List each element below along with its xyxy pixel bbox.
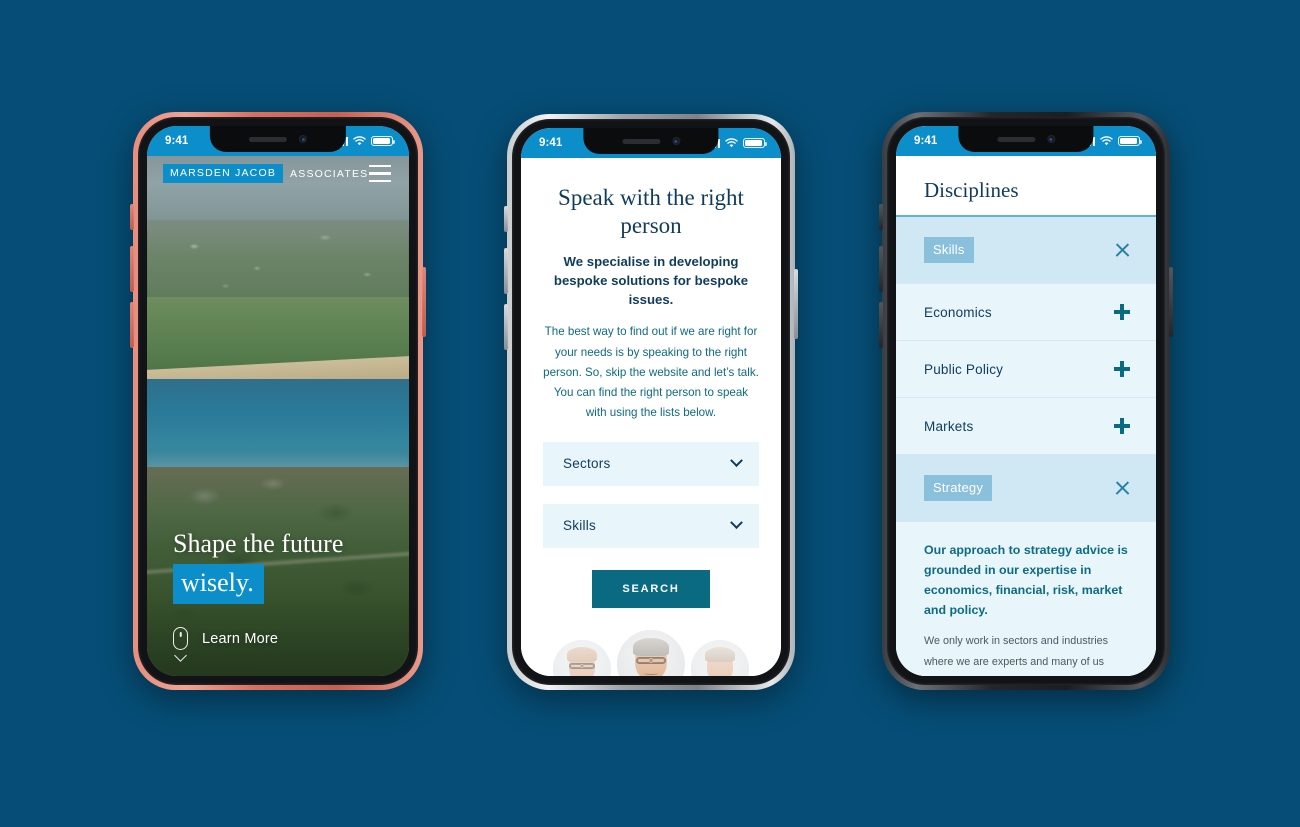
phone-mockup-search: 9:41 Speak with the right person We spec… [504,114,798,690]
accordion-item-strategy[interactable]: Strategy [896,455,1156,522]
panel-body-text: We only work in sectors and industries w… [924,635,1109,668]
consultant-avatar-list [543,629,759,676]
chevron-down-icon [730,516,743,530]
skills-select[interactable]: Skills [543,503,759,548]
phone-screen-search: 9:41 Speak with the right person We spec… [521,128,781,676]
battery-icon [371,135,396,147]
hero-headline-line2: wisely. [173,564,264,604]
search-button[interactable]: SEARCH [592,569,710,608]
phone-mockup-hero: 9:41 MARSDEN JACOB ASSOCIATES Shape the … [130,112,426,690]
learn-more-cta[interactable]: Learn More [173,627,278,650]
brand-logo[interactable]: MARSDEN JACOB ASSOCIATES [163,164,368,183]
accordion-item-skills[interactable]: Skills [896,217,1156,284]
phone-mockup-disciplines: 9:41 Disciplines Skills Economics Public… [879,112,1173,690]
earpiece-speaker [622,138,660,144]
phone-bezel: 9:41 Disciplines Skills Economics Public… [887,117,1165,685]
wifi-icon [353,136,366,146]
accordion-chip-strategy: Strategy [924,475,993,501]
consultant-avatar-2[interactable] [617,629,685,676]
power-button[interactable] [794,269,798,339]
accordion-item-economics[interactable]: Economics [896,284,1156,341]
accordion-label-markets: Markets [924,418,974,434]
phone-bezel: 9:41 MARSDEN JACOB ASSOCIATES Shape the … [138,117,418,685]
disciplines-page-body: Disciplines Skills Economics Public Poli… [896,156,1156,676]
status-bar-time: 9:41 [165,135,189,147]
panel-lead-text: Our approach to strategy advice is groun… [924,543,1128,618]
front-camera [1047,135,1055,143]
hero-headline-line1: Shape the future [173,529,344,558]
site-header: MARSDEN JACOB ASSOCIATES [147,164,409,183]
chevron-down-icon [730,454,743,468]
battery-icon [743,137,768,149]
volume-down-button[interactable] [130,302,134,348]
power-button[interactable] [422,267,426,337]
sectors-select[interactable]: Sectors [543,441,759,486]
status-bar-time: 9:41 [539,137,563,149]
accordion-label-economics: Economics [924,304,992,320]
plus-icon[interactable] [1114,418,1130,434]
device-notch [583,128,719,154]
volume-down-button[interactable] [879,302,883,348]
volume-up-button[interactable] [504,248,508,294]
volume-up-button[interactable] [879,246,883,292]
mute-switch[interactable] [130,204,134,230]
phone-screen-disciplines: 9:41 Disciplines Skills Economics Public… [896,126,1156,676]
accordion-panel-strategy: Our approach to strategy advice is groun… [896,522,1156,676]
sectors-select-label: Sectors [563,456,611,472]
logo-mark: MARSDEN JACOB [163,164,284,183]
earpiece-speaker [248,136,287,142]
accordion-label-public-policy: Public Policy [924,361,1004,377]
logo-subtitle: ASSOCIATES [290,167,369,180]
accordion-item-markets[interactable]: Markets [896,398,1156,455]
plus-icon[interactable] [1114,361,1130,377]
mute-switch[interactable] [879,204,883,230]
hamburger-menu-icon[interactable] [369,164,391,183]
page-title: Speak with the right person [558,185,744,239]
disciplines-accordion: Skills Economics Public Policy Markets S… [896,215,1156,676]
showcase-canvas: 9:41 MARSDEN JACOB ASSOCIATES Shape the … [0,0,1300,827]
learn-more-label: Learn More [202,630,279,647]
consultant-avatar-1[interactable] [553,639,611,676]
skills-select-label: Skills [563,518,597,534]
page-title: Disciplines [924,178,1019,202]
power-button[interactable] [1169,267,1173,337]
volume-down-button[interactable] [504,304,508,350]
earpiece-speaker [997,136,1035,142]
accordion-item-public-policy[interactable]: Public Policy [896,341,1156,398]
status-bar-time: 9:41 [914,135,938,147]
accordion-chip-skills: Skills [924,237,974,263]
plus-icon[interactable] [1114,304,1130,320]
volume-up-button[interactable] [130,246,134,292]
scroll-mouse-icon [173,627,188,650]
page-lead: We specialise in developing bespoke solu… [553,254,749,307]
search-page-body: Speak with the right person We specialis… [521,158,781,676]
page-paragraph: The best way to find out if we are right… [543,325,759,420]
front-camera [298,135,307,143]
battery-icon [1118,135,1143,147]
hero-headline: Shape the future wisely. [173,529,343,604]
device-notch [958,126,1094,152]
front-camera [672,137,680,145]
consultant-avatar-3[interactable] [691,639,749,676]
phone-bezel: 9:41 Speak with the right person We spec… [512,119,790,685]
close-icon[interactable] [1115,481,1130,496]
device-notch [209,126,347,152]
mute-switch[interactable] [504,206,508,232]
wifi-icon [1100,136,1113,146]
close-icon[interactable] [1115,243,1130,258]
phone-screen-hero: 9:41 MARSDEN JACOB ASSOCIATES Shape the … [147,126,409,676]
wifi-icon [725,138,738,148]
